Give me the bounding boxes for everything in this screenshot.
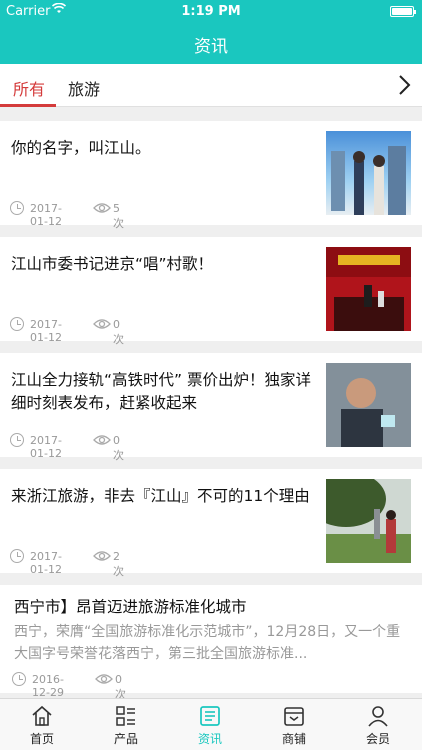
news-views: 5次	[113, 202, 124, 230]
news-item[interactable]: 西宁市】昂首迈进旅游标准化城市 西宁，荣膺“全国旅游标准化示范城市”，12月28…	[0, 585, 422, 701]
tab-home[interactable]: 首页	[0, 699, 84, 750]
tab-shops[interactable]: 商铺	[252, 699, 336, 750]
news-icon	[199, 705, 221, 727]
news-thumbnail	[326, 247, 411, 331]
status-bar: Carrier 1:19 PM	[0, 0, 422, 24]
eye-icon	[93, 201, 111, 215]
tab-all[interactable]: 所有	[13, 76, 45, 100]
news-title: 江山市委书记进京“唱”村歌！	[11, 255, 214, 273]
clock-time: 1:19 PM	[181, 4, 241, 19]
eye-icon	[95, 672, 113, 686]
grid-list-icon	[115, 705, 137, 727]
tab-products-label: 产品	[113, 732, 138, 746]
news-item[interactable]: 江山市委书记进京“唱”村歌！ 2017-01-12 0次	[0, 237, 422, 346]
clock-icon	[10, 317, 24, 331]
user-icon	[367, 705, 389, 727]
clock-icon	[10, 549, 24, 563]
navigation-bar: 资讯	[0, 24, 422, 64]
tab-news-label: 资讯	[197, 732, 222, 746]
news-item[interactable]: 来浙江旅游，非去『江山』不可的11个理由 2017-01-12 2次	[0, 469, 422, 578]
bottom-tab-bar: 首页 产品 资讯 商铺 会员	[0, 698, 422, 750]
news-date: 2017-01-12	[30, 434, 62, 460]
eye-icon	[93, 317, 111, 331]
tab-products[interactable]: 产品	[84, 699, 168, 750]
news-title: 来浙江旅游，非去『江山』不可的11个理由	[11, 487, 310, 505]
news-views: 2次	[113, 550, 124, 578]
news-thumbnail	[326, 363, 411, 447]
tab-home-label: 首页	[29, 732, 54, 746]
news-views: 0次	[113, 434, 124, 462]
news-thumbnail	[326, 131, 411, 215]
clock-icon	[10, 433, 24, 447]
news-date: 2017-01-12	[30, 550, 62, 576]
battery-icon	[390, 6, 416, 17]
news-title: 西宁市】昂首迈进旅游标准化城市	[14, 598, 247, 616]
active-tab-indicator	[0, 104, 56, 107]
news-date: 2017-01-12	[30, 318, 62, 344]
news-title: 你的名字，叫江山。	[11, 139, 151, 157]
eye-icon	[93, 549, 111, 563]
home-icon	[31, 705, 53, 727]
news-item[interactable]: 江山全力接轨“高铁时代” 票价出炉！独家详细时刻表发布，赶紧收起来 2017-0…	[0, 353, 422, 462]
tab-member[interactable]: 会员	[336, 699, 420, 750]
news-thumbnail	[326, 479, 411, 563]
clock-icon	[10, 201, 24, 215]
page-title: 资讯	[194, 37, 228, 57]
shop-icon	[283, 705, 305, 727]
tab-travel[interactable]: 旅游	[68, 76, 100, 100]
clock-icon	[12, 672, 26, 686]
news-date: 2017-01-12	[30, 202, 62, 228]
news-summary: 西宁，荣膺“全国旅游标准化示范城市”，12月28日，又一个重大国字号荣誉花落西宁…	[14, 624, 401, 662]
chevron-right-icon[interactable]	[394, 72, 414, 98]
tab-news[interactable]: 资讯	[168, 699, 252, 750]
tab-shops-label: 商铺	[281, 732, 306, 746]
news-date: 2016-12-29	[32, 673, 64, 699]
news-item[interactable]: 你的名字，叫江山。 2017-01-12 5次	[0, 121, 422, 230]
category-tabs: 所有 旅游	[0, 64, 422, 107]
news-views: 0次	[113, 318, 124, 346]
tab-member-label: 会员	[365, 732, 390, 746]
eye-icon	[93, 433, 111, 447]
news-title: 江山全力接轨“高铁时代” 票价出炉！独家详细时刻表发布，赶紧收起来	[11, 371, 311, 412]
